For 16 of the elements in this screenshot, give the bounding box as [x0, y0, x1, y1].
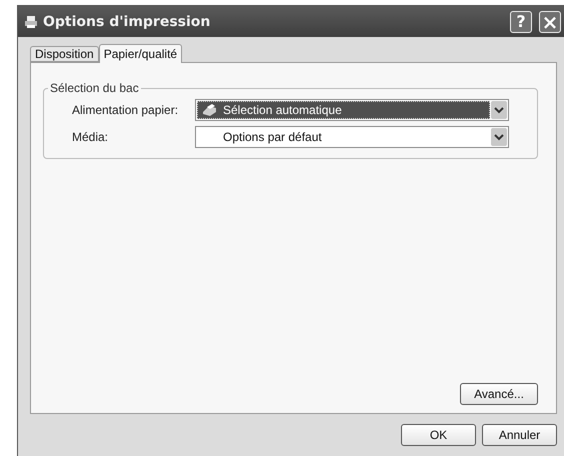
group-title: Sélection du bac — [49, 81, 140, 95]
field-label: Alimentation papier: — [72, 103, 180, 117]
help-button[interactable]: ? — [510, 10, 532, 32]
tab[interactable]: Papier/qualité — [98, 44, 182, 63]
paper-tray-icon — [201, 103, 218, 117]
advanced-button[interactable]: Avancé... — [460, 383, 538, 405]
dropdown[interactable]: Options par défaut — [195, 126, 509, 148]
dropdown[interactable]: Sélection automatique — [195, 99, 509, 121]
tab[interactable]: Disposition — [30, 46, 99, 62]
dropdown-value: Sélection automatique — [197, 101, 490, 119]
cancel-button[interactable]: Annuler — [482, 424, 557, 446]
close-button[interactable]: × — [539, 10, 561, 32]
printer-icon — [24, 14, 38, 28]
ok-button[interactable]: OK — [401, 424, 476, 446]
field-label: Média: — [72, 130, 110, 144]
window-title: Options d'impression — [43, 14, 212, 30]
